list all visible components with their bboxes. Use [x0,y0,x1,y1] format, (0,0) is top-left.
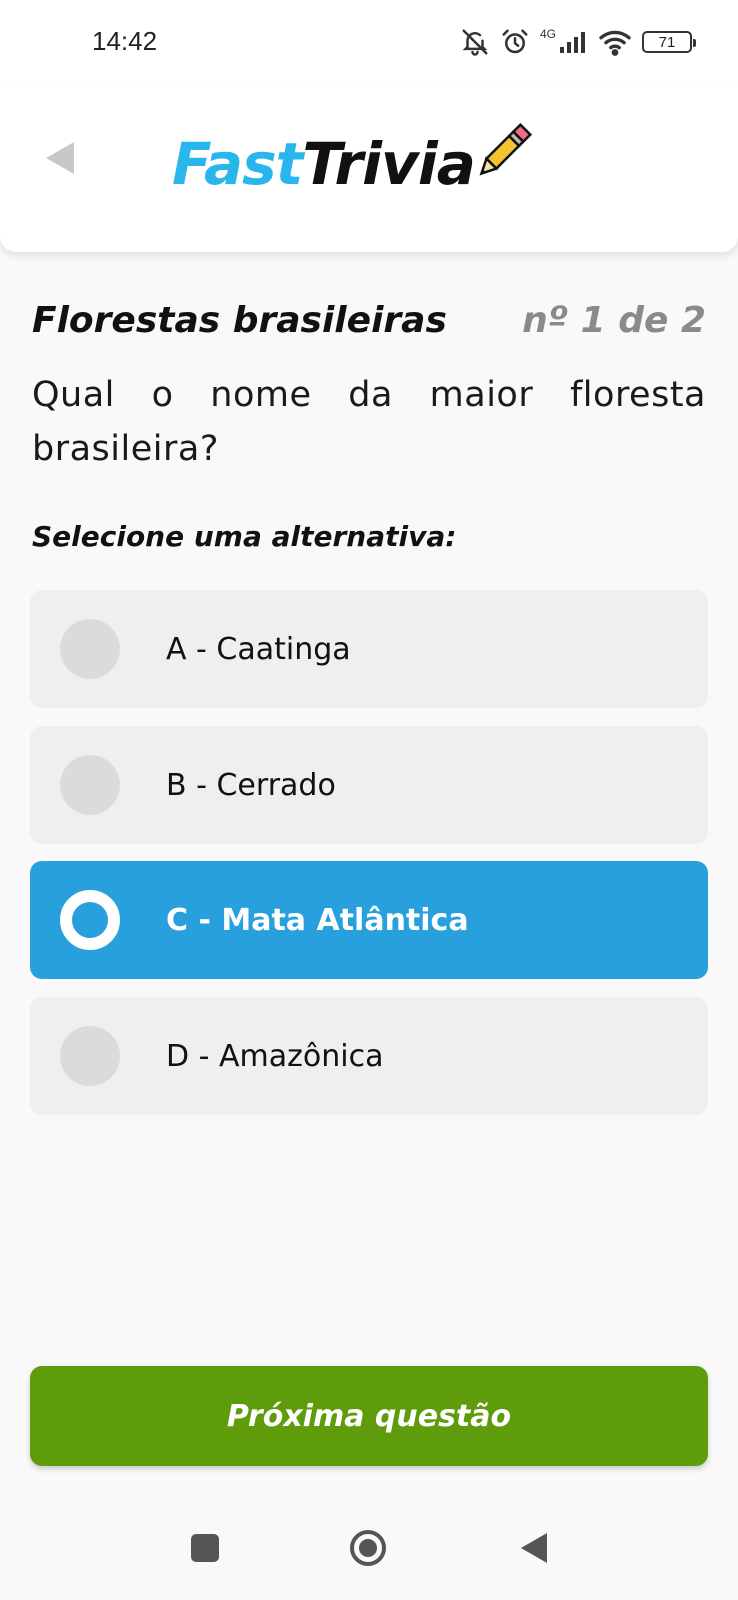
battery-icon: 71 [642,31,696,53]
select-label: Selecione uma alternativa: [32,520,457,553]
home-circle-icon [348,1528,388,1572]
status-bar: 14:42 4G 71 [0,0,738,84]
signal-icon [558,29,588,55]
status-icons: 4G 71 [460,24,696,60]
recents-square-icon [190,1533,220,1567]
back-triangle-icon [519,1531,549,1569]
system-back-button[interactable] [512,1528,556,1572]
status-time: 14:42 [92,26,158,56]
back-triangle-icon [44,140,76,180]
option-label: B - Cerrado [166,767,336,803]
radio-selected-icon [60,890,120,950]
radio-unselected-icon [60,619,120,679]
option-label: A - Caatinga [166,631,351,667]
screen: 14:42 4G 71 Fast Trivia Florestas brasil… [0,0,738,1600]
wifi-icon [598,28,632,56]
next-question-label: Próxima questão [226,1398,512,1434]
recents-button[interactable] [183,1528,227,1572]
back-button[interactable] [40,140,80,180]
system-nav-bar [0,1500,738,1600]
next-question-button[interactable]: Próxima questão [30,1366,708,1466]
radio-unselected-icon [60,1026,120,1086]
radio-unselected-icon [60,755,120,815]
quiz-title: Florestas brasileiras [32,300,447,341]
option-label: C - Mata Atlântica [166,902,469,938]
logo-fast-text: Fast [172,130,303,198]
bell-off-icon [460,27,490,57]
alarm-icon [500,27,530,57]
option-d[interactable]: D - Amazônica [30,997,708,1115]
logo-trivia-text: Trivia [302,130,476,198]
network-type-label: 4G [539,27,556,41]
option-b[interactable]: B - Cerrado [30,726,708,844]
app-logo: Fast Trivia [172,122,535,204]
option-label: D - Amazônica [166,1038,384,1074]
pencil-icon [469,120,535,190]
question-text: Qual o nome da maior floresta brasileira… [32,375,706,469]
option-a[interactable]: A - Caatinga [30,590,708,708]
question-counter: nº 1 de 2 [522,300,706,341]
app-header: Fast Trivia [0,84,738,252]
home-button[interactable] [346,1528,390,1572]
option-c[interactable]: C - Mata Atlântica [30,861,708,979]
